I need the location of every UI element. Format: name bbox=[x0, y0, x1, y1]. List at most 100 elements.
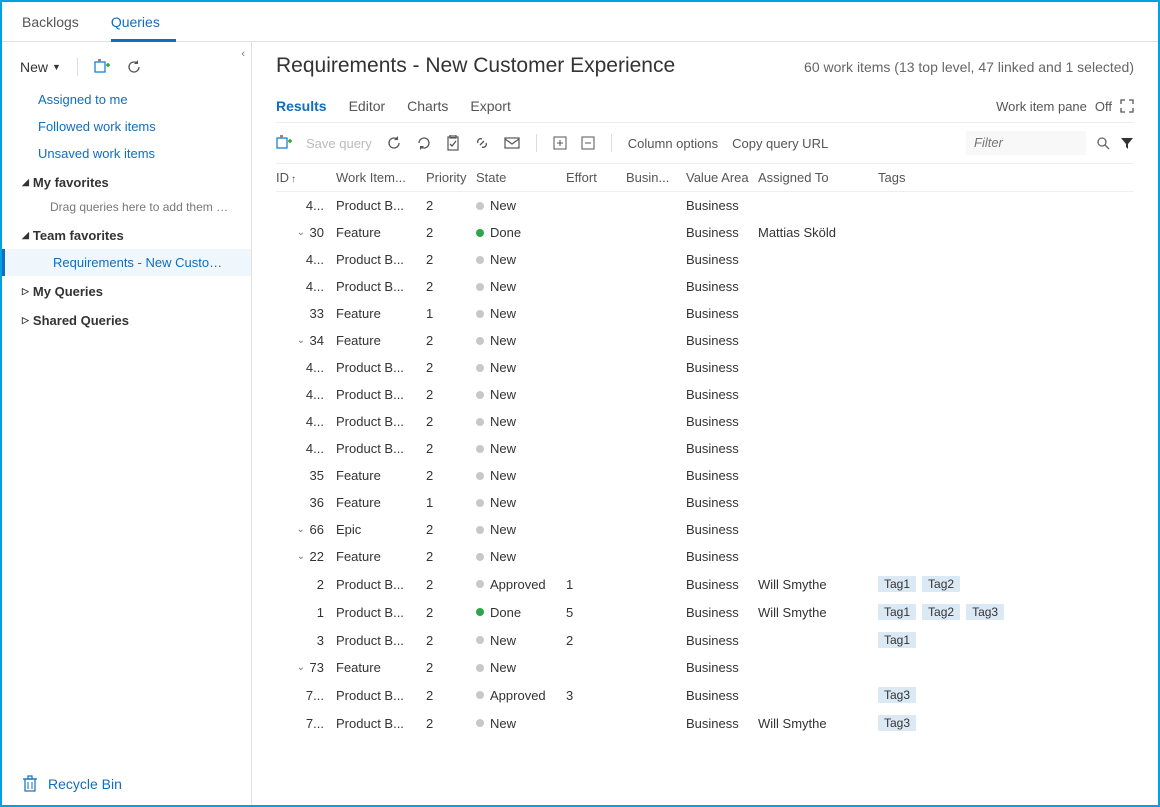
tag[interactable]: Tag1 bbox=[878, 576, 916, 592]
view-tab-editor[interactable]: Editor bbox=[349, 90, 386, 122]
sidebar-header-my-queries[interactable]: ▷ My Queries bbox=[2, 276, 251, 305]
table-row[interactable]: 7...Product B...2NewBusinessWill SmytheT… bbox=[276, 709, 1134, 737]
col-work-item[interactable]: Work Item... bbox=[336, 170, 426, 185]
state-cell: New bbox=[476, 660, 566, 675]
collapse-icon: ◢ bbox=[22, 230, 29, 241]
id-value: 33 bbox=[310, 306, 324, 321]
sidebar-link-assigned[interactable]: Assigned to me bbox=[2, 86, 251, 113]
undo-icon[interactable] bbox=[416, 135, 432, 151]
tab-backlogs[interactable]: Backlogs bbox=[22, 2, 95, 42]
tab-queries[interactable]: Queries bbox=[111, 2, 176, 42]
clipboard-icon[interactable] bbox=[446, 135, 460, 151]
collapse-sidebar-icon[interactable]: ‹ bbox=[241, 48, 245, 60]
tag[interactable]: Tag1 bbox=[878, 604, 916, 620]
chevron-down-icon[interactable]: ⌄ bbox=[296, 551, 306, 562]
chevron-down-icon[interactable]: ⌄ bbox=[296, 662, 306, 673]
sidebar-link-unsaved[interactable]: Unsaved work items bbox=[2, 140, 251, 167]
table-row[interactable]: 7...Product B...2Approved3BusinessTag3 bbox=[276, 681, 1134, 709]
col-priority[interactable]: Priority bbox=[426, 170, 476, 185]
view-tab-export[interactable]: Export bbox=[470, 90, 510, 122]
table-row[interactable]: 4...Product B...2NewBusiness bbox=[276, 381, 1134, 408]
state-cell: New bbox=[476, 414, 566, 429]
tag[interactable]: Tag2 bbox=[922, 604, 960, 620]
table-row[interactable]: 4...Product B...2NewBusiness bbox=[276, 273, 1134, 300]
table-row[interactable]: 35Feature2NewBusiness bbox=[276, 462, 1134, 489]
email-icon[interactable] bbox=[504, 136, 520, 150]
view-tab-results[interactable]: Results bbox=[276, 90, 327, 122]
value-area: Business bbox=[686, 198, 758, 213]
search-icon[interactable] bbox=[1096, 136, 1110, 150]
id-value: 7... bbox=[306, 716, 324, 731]
state-cell: New bbox=[476, 633, 566, 648]
tag[interactable]: Tag3 bbox=[966, 604, 1004, 620]
value-area: Business bbox=[686, 252, 758, 267]
new-button[interactable]: New ▼ bbox=[20, 59, 61, 75]
state-indicator-icon bbox=[476, 337, 484, 345]
fullscreen-icon[interactable] bbox=[1120, 99, 1134, 113]
expand-tree-icon[interactable] bbox=[553, 136, 567, 150]
table-row[interactable]: 1Product B...2Done5BusinessWill SmytheTa… bbox=[276, 598, 1134, 626]
tag[interactable]: Tag3 bbox=[878, 715, 916, 731]
tag[interactable]: Tag3 bbox=[878, 687, 916, 703]
table-row[interactable]: 4...Product B...2NewBusiness bbox=[276, 408, 1134, 435]
col-value-area[interactable]: Value Area bbox=[686, 170, 758, 185]
pane-toggle-state[interactable]: Off bbox=[1095, 99, 1112, 114]
refresh-icon[interactable] bbox=[386, 135, 402, 151]
table-row[interactable]: 4...Product B...2NewBusiness bbox=[276, 192, 1134, 219]
filter-icon[interactable] bbox=[1120, 136, 1134, 150]
sidebar-header-shared-queries[interactable]: ▷ Shared Queries bbox=[2, 305, 251, 334]
sidebar-header-my-favorites[interactable]: ◢ My favorites bbox=[2, 167, 251, 196]
col-busin[interactable]: Busin... bbox=[626, 170, 686, 185]
tags-cell: Tag1 Tag2 Tag3 bbox=[878, 604, 1134, 620]
sidebar-link-followed[interactable]: Followed work items bbox=[2, 113, 251, 140]
id-value: 4... bbox=[306, 279, 324, 294]
id-cell: 4... bbox=[276, 387, 336, 402]
state-indicator-icon bbox=[476, 608, 484, 616]
state-label: New bbox=[490, 387, 516, 402]
collapse-tree-icon[interactable] bbox=[581, 136, 595, 150]
new-query-icon[interactable] bbox=[94, 59, 110, 75]
table-row[interactable]: ⌄22Feature2NewBusiness bbox=[276, 543, 1134, 570]
table-row[interactable]: 33Feature1NewBusiness bbox=[276, 300, 1134, 327]
table-row[interactable]: 4...Product B...2NewBusiness bbox=[276, 435, 1134, 462]
state-cell: New bbox=[476, 306, 566, 321]
col-id[interactable]: ID↑ bbox=[276, 170, 336, 185]
page-title: Requirements - New Customer Experience bbox=[276, 54, 675, 78]
id-value: 7... bbox=[306, 688, 324, 703]
col-state[interactable]: State bbox=[476, 170, 566, 185]
table-row[interactable]: 4...Product B...2NewBusiness bbox=[276, 246, 1134, 273]
work-item-type: Product B... bbox=[336, 688, 426, 703]
table-row[interactable]: ⌄30Feature2DoneBusinessMattias Sköld bbox=[276, 219, 1134, 246]
table-row[interactable]: 36Feature1NewBusiness bbox=[276, 489, 1134, 516]
col-effort[interactable]: Effort bbox=[566, 170, 626, 185]
copy-url-button[interactable]: Copy query URL bbox=[732, 136, 828, 151]
col-assigned-to[interactable]: Assigned To bbox=[758, 170, 878, 185]
chevron-down-icon[interactable]: ⌄ bbox=[296, 335, 306, 346]
sidebar-item-requirements[interactable]: Requirements - New Customer Exp... bbox=[2, 249, 251, 276]
view-tab-charts[interactable]: Charts bbox=[407, 90, 448, 122]
new-query-icon[interactable] bbox=[276, 135, 292, 151]
chevron-down-icon[interactable]: ⌄ bbox=[296, 227, 306, 238]
link-icon[interactable] bbox=[474, 135, 490, 151]
refresh-icon[interactable] bbox=[126, 59, 142, 75]
table-row[interactable]: 3Product B...2New2BusinessTag1 bbox=[276, 626, 1134, 654]
state-indicator-icon bbox=[476, 719, 484, 727]
sidebar-header-team-favorites[interactable]: ◢ Team favorites bbox=[2, 220, 251, 249]
column-options-button[interactable]: Column options bbox=[628, 136, 718, 151]
table-row[interactable]: 2Product B...2Approved1BusinessWill Smyt… bbox=[276, 570, 1134, 598]
table-row[interactable]: 4...Product B...2NewBusiness bbox=[276, 354, 1134, 381]
id-cell: 4... bbox=[276, 198, 336, 213]
tag[interactable]: Tag1 bbox=[878, 632, 916, 648]
table-row[interactable]: ⌄34Feature2NewBusiness bbox=[276, 327, 1134, 354]
table-row[interactable]: ⌄66Epic2NewBusiness bbox=[276, 516, 1134, 543]
id-cell: ⌄73 bbox=[276, 660, 336, 675]
table-row[interactable]: ⌄73Feature2NewBusiness bbox=[276, 654, 1134, 681]
id-cell: 35 bbox=[276, 468, 336, 483]
tag[interactable]: Tag2 bbox=[922, 576, 960, 592]
chevron-down-icon[interactable]: ⌄ bbox=[296, 524, 306, 535]
col-tags[interactable]: Tags bbox=[878, 170, 1134, 185]
effort-value: 3 bbox=[566, 688, 626, 703]
tags-cell: Tag1 bbox=[878, 632, 1134, 648]
filter-input[interactable] bbox=[966, 131, 1086, 155]
recycle-bin[interactable]: Recycle Bin bbox=[2, 763, 251, 805]
